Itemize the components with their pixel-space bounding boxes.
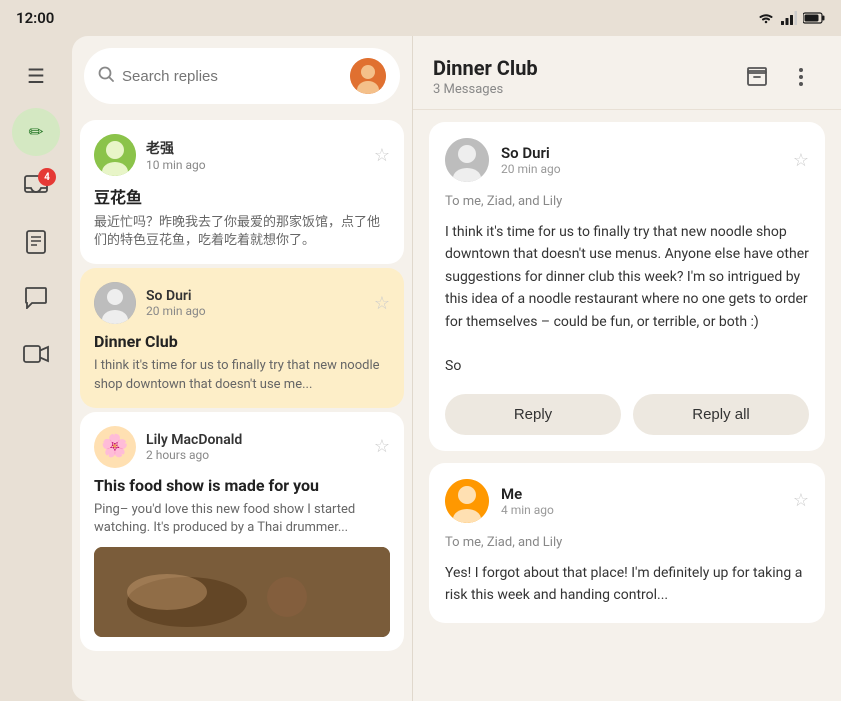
- msg-preview: I think it's time for us to finally try …: [94, 357, 390, 393]
- message-card[interactable]: So Duri 20 min ago ☆ Dinner Club I think…: [80, 268, 404, 407]
- message-list-panel: 老强 10 min ago ☆ 豆花鱼 最近忙吗？昨晚我去了你最爱的那家饭馆，点…: [72, 36, 412, 701]
- email-star-button[interactable]: ☆: [793, 150, 809, 171]
- msg-subject: 豆花鱼: [94, 184, 390, 208]
- email-time: 20 min ago: [501, 162, 781, 176]
- thread-count: 3 Messages: [433, 82, 538, 97]
- card-meta: 老强 10 min ago: [146, 138, 364, 172]
- thread-actions: [737, 57, 821, 97]
- email-thread-panel: Dinner Club 3 Messages: [412, 36, 841, 701]
- sender-avatar: 🌸: [94, 426, 136, 468]
- thread-title: Dinner Club: [433, 56, 538, 80]
- sender-name: Lily MacDonald: [146, 432, 364, 448]
- email-sender-name: So Duri: [501, 144, 781, 162]
- email-time: 4 min ago: [501, 503, 781, 517]
- email-body: Yes! I forgot about that place! I'm defi…: [445, 562, 809, 607]
- sidebar-item-chat[interactable]: [12, 276, 60, 324]
- message-list: 老强 10 min ago ☆ 豆花鱼 最近忙吗？昨晚我去了你最爱的那家饭馆，点…: [72, 116, 412, 701]
- email-meta: So Duri 20 min ago: [501, 144, 781, 176]
- archive-button[interactable]: [737, 57, 777, 97]
- email-actions: Reply Reply all: [445, 394, 809, 435]
- card-meta: So Duri 20 min ago: [146, 288, 364, 318]
- main-content: 老强 10 min ago ☆ 豆花鱼 最近忙吗？昨晚我去了你最爱的那家饭馆，点…: [72, 36, 841, 701]
- video-icon: [23, 344, 49, 368]
- user-avatar[interactable]: [350, 58, 386, 94]
- status-time: 12:00: [16, 9, 54, 27]
- thread-messages: So Duri 20 min ago ☆ To me, Ziad, and Li…: [413, 110, 841, 701]
- email-recipients: To me, Ziad, and Lily: [445, 194, 809, 209]
- msg-time: 2 hours ago: [146, 448, 364, 462]
- msg-preview: 最近忙吗？昨晚我去了你最爱的那家饭馆，点了他们的特色豆花鱼，吃着吃着就想你了。: [94, 214, 390, 250]
- sender-name: So Duri: [146, 288, 364, 304]
- sidebar-item-notes[interactable]: [12, 220, 60, 268]
- wifi-icon: [757, 11, 775, 25]
- sender-name: 老强: [146, 138, 364, 158]
- msg-image: [94, 547, 390, 637]
- msg-subject: Dinner Club: [94, 332, 390, 351]
- signal-icon: [781, 11, 797, 25]
- email-message: So Duri 20 min ago ☆ To me, Ziad, and Li…: [429, 122, 825, 451]
- star-button[interactable]: ☆: [374, 293, 390, 314]
- status-icons: [757, 11, 825, 25]
- search-icon: [98, 66, 114, 86]
- sidebar: ☰ ✏ 4: [0, 36, 72, 701]
- chat-icon: [24, 287, 48, 314]
- star-button[interactable]: ☆: [374, 145, 390, 166]
- card-meta: Lily MacDonald 2 hours ago: [146, 432, 364, 462]
- compose-icon: ✏: [28, 122, 43, 143]
- msg-subject: This food show is made for you: [94, 476, 390, 495]
- status-bar: 12:00: [0, 0, 841, 36]
- email-message: Me 4 min ago ☆ To me, Ziad, and Lily Yes…: [429, 463, 825, 623]
- hamburger-icon: ☰: [27, 64, 45, 88]
- message-card[interactable]: 老强 10 min ago ☆ 豆花鱼 最近忙吗？昨晚我去了你最爱的那家饭馆，点…: [80, 120, 404, 264]
- notes-icon: [26, 230, 46, 259]
- email-sender-avatar: [445, 479, 489, 523]
- battery-icon: [803, 12, 825, 24]
- msg-preview: Ping– you'd love this new food show I st…: [94, 501, 390, 537]
- sidebar-item-video[interactable]: [12, 332, 60, 380]
- sender-avatar: [94, 282, 136, 324]
- sidebar-item-menu[interactable]: ☰: [12, 52, 60, 100]
- email-sender-avatar: [445, 138, 489, 182]
- msg-time: 10 min ago: [146, 158, 364, 172]
- email-recipients: To me, Ziad, and Lily: [445, 535, 809, 550]
- thread-header: Dinner Club 3 Messages: [413, 36, 841, 110]
- sidebar-item-inbox[interactable]: 4: [12, 164, 60, 212]
- sender-avatar: [94, 134, 136, 176]
- email-body: I think it's time for us to finally try …: [445, 221, 809, 378]
- more-options-button[interactable]: [781, 57, 821, 97]
- search-input[interactable]: [122, 68, 342, 85]
- message-card[interactable]: 🌸 Lily MacDonald 2 hours ago ☆ This food…: [80, 412, 404, 651]
- email-meta: Me 4 min ago: [501, 485, 781, 517]
- email-star-button[interactable]: ☆: [793, 490, 809, 511]
- star-button[interactable]: ☆: [374, 436, 390, 457]
- reply-all-button[interactable]: Reply all: [633, 394, 809, 435]
- reply-button[interactable]: Reply: [445, 394, 621, 435]
- search-bar: [84, 48, 400, 104]
- email-sender-name: Me: [501, 485, 781, 503]
- sidebar-item-compose[interactable]: ✏: [12, 108, 60, 156]
- inbox-badge: 4: [38, 168, 56, 186]
- msg-time: 20 min ago: [146, 304, 364, 318]
